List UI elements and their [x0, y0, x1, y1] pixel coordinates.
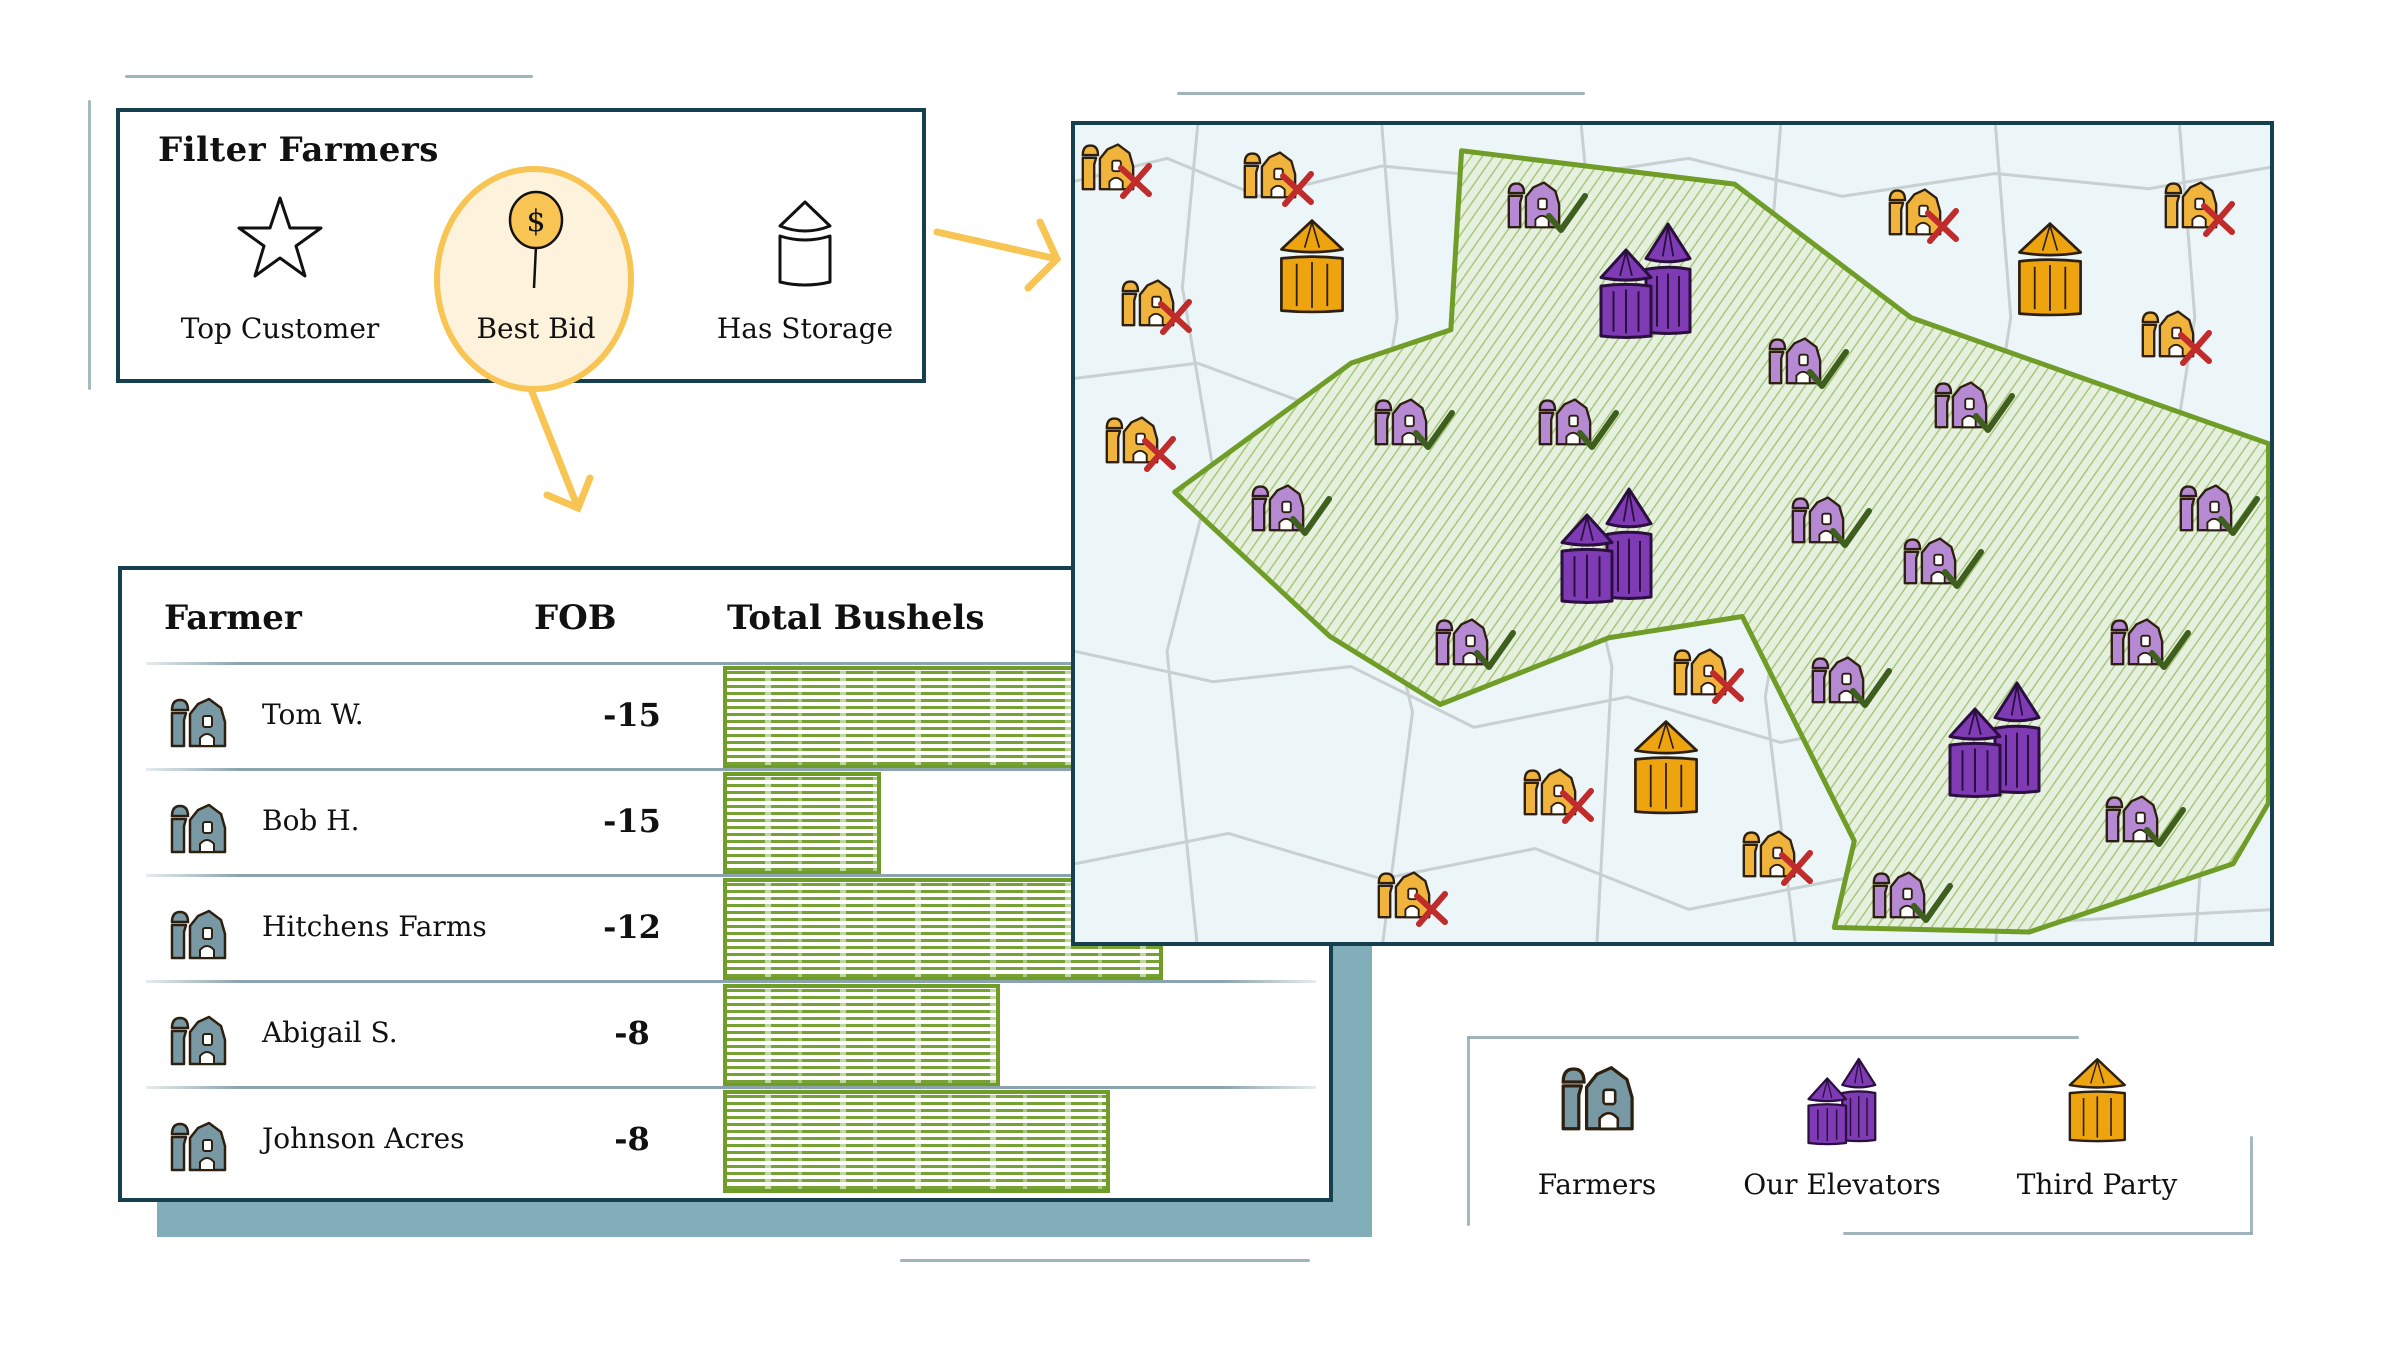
- decorative-line: [900, 1259, 1310, 1262]
- arrow-to-table-icon-head: [543, 474, 594, 513]
- farmer-barn-icon: [168, 796, 228, 860]
- farmer-name: Johnson Acres: [262, 1122, 465, 1155]
- third-party-elevator-marker[interactable]: [1630, 718, 1702, 821]
- farmer-name: Bob H.: [262, 804, 360, 837]
- approved-farmer-marker[interactable]: [2108, 611, 2192, 672]
- decorative-line: [1177, 92, 1585, 95]
- filter-label: Has Storage: [716, 312, 894, 345]
- farmer-name: Hitchens Farms: [262, 910, 487, 943]
- legend-item-farmers: Farmers: [1487, 1056, 1707, 1201]
- column-header-total-bushels[interactable]: Total Bushels: [727, 598, 985, 638]
- fob-value: -8: [614, 1014, 650, 1052]
- column-header-farmer[interactable]: Farmer: [164, 598, 302, 638]
- legend-item-our-elevators: Our Elevators: [1732, 1056, 1952, 1201]
- approved-farmer-marker[interactable]: [1809, 649, 1892, 710]
- fob-value: -15: [603, 696, 661, 734]
- arrow-to-table-icon: [528, 388, 582, 512]
- approved-farmer-marker[interactable]: [1372, 391, 1455, 452]
- our-elevator-marker[interactable]: [1591, 220, 1701, 344]
- filter-top-customer[interactable]: Top Customer: [170, 192, 390, 362]
- filter-has-storage[interactable]: Has Storage: [695, 192, 915, 362]
- third-party-elevator-marker[interactable]: [1276, 217, 1348, 320]
- rejected-farmer-marker[interactable]: [1740, 823, 1813, 887]
- fob-value: -12: [603, 908, 661, 946]
- table-row[interactable]: Johnson Acres -8: [122, 1088, 1322, 1194]
- third-party-elevator-icon: [1987, 1056, 2207, 1160]
- rejected-farmer-marker[interactable]: [1521, 761, 1594, 824]
- rejected-farmer-marker[interactable]: [1886, 181, 1959, 245]
- approved-farmer-marker[interactable]: [1766, 330, 1849, 391]
- third-party-elevator-marker[interactable]: [2014, 220, 2086, 323]
- farmer-barn-icon: [168, 1008, 228, 1072]
- column-header-fob[interactable]: FOB: [534, 598, 617, 638]
- farmer-name: Tom W.: [262, 698, 364, 731]
- our-elevator-marker[interactable]: [1552, 485, 1662, 609]
- arrow-to-map-icon-head: [1024, 218, 1062, 292]
- bushels-bar: [723, 1090, 1110, 1193]
- approved-farmer-marker[interactable]: [2177, 477, 2261, 538]
- fob-value: -8: [614, 1120, 650, 1158]
- decorative-line: [1467, 1036, 1470, 1226]
- approved-farmer-marker[interactable]: [1505, 174, 1589, 235]
- farmer-barn-icon: [168, 902, 228, 966]
- fob-value: -15: [603, 802, 661, 840]
- filter-label: Best Bid: [476, 312, 596, 345]
- approved-farmer-marker[interactable]: [2103, 788, 2187, 849]
- farmer-barn-icon: [1487, 1056, 1707, 1160]
- silo-icon: [778, 200, 832, 287]
- our-elevator-icon: [1732, 1056, 1952, 1160]
- decorative-line: [1467, 1036, 2079, 1039]
- rejected-farmer-marker[interactable]: [2162, 174, 2235, 237]
- bushels-bar: [723, 772, 881, 875]
- farmer-barn-icon: [168, 690, 228, 754]
- rejected-farmer-marker[interactable]: [1241, 144, 1315, 207]
- legend-label: Farmers: [1537, 1168, 1657, 1201]
- legend: Farmers Our Elevators Third Party: [1467, 1036, 2253, 1235]
- legend-item-third-party: Third Party: [1987, 1056, 2207, 1201]
- decorative-line: [2250, 1136, 2253, 1235]
- decorative-line: [88, 100, 91, 390]
- table-row[interactable]: Abigail S. -8: [122, 982, 1322, 1088]
- filter-best-bid[interactable]: $ Best Bid: [426, 166, 646, 392]
- approved-farmer-marker[interactable]: [1870, 864, 1954, 925]
- arrow-to-map-icon: [933, 228, 1061, 263]
- farmer-barn-icon: [168, 1114, 228, 1178]
- approved-farmer-marker[interactable]: [1932, 374, 2015, 435]
- rejected-farmer-marker[interactable]: [1119, 272, 1192, 336]
- svg-text:$: $: [526, 204, 545, 239]
- approved-farmer-marker[interactable]: [1249, 477, 1333, 538]
- star-icon: [237, 196, 323, 278]
- our-elevator-marker[interactable]: [1940, 679, 2050, 803]
- rejected-farmer-marker[interactable]: [1671, 641, 1744, 705]
- approved-farmer-marker[interactable]: [1901, 530, 1984, 591]
- filter-title: Filter Farmers: [158, 130, 439, 170]
- approved-farmer-marker[interactable]: [1433, 611, 1517, 672]
- approved-farmer-marker[interactable]: [1789, 489, 1872, 550]
- map[interactable]: [1071, 121, 2274, 946]
- legend-label: Our Elevators: [1743, 1168, 1941, 1201]
- decorative-line: [1843, 1232, 2253, 1235]
- bushels-bar: [723, 984, 1000, 1087]
- farmer-name: Abigail S.: [262, 1016, 398, 1049]
- approved-farmer-marker[interactable]: [1536, 391, 1619, 452]
- decorative-line: [125, 75, 533, 78]
- rejected-farmer-marker[interactable]: [1079, 136, 1152, 199]
- filter-label: Top Customer: [180, 312, 380, 345]
- rejected-farmer-marker[interactable]: [1103, 409, 1177, 473]
- legend-label: Third Party: [2016, 1168, 2178, 1201]
- filter-panel: Filter Farmers Top Customer $ Best Bid H…: [116, 108, 926, 392]
- rejected-farmer-marker[interactable]: [1375, 864, 1448, 928]
- rejected-farmer-marker[interactable]: [2139, 303, 2212, 366]
- dollar-pin-icon: $: [508, 190, 564, 289]
